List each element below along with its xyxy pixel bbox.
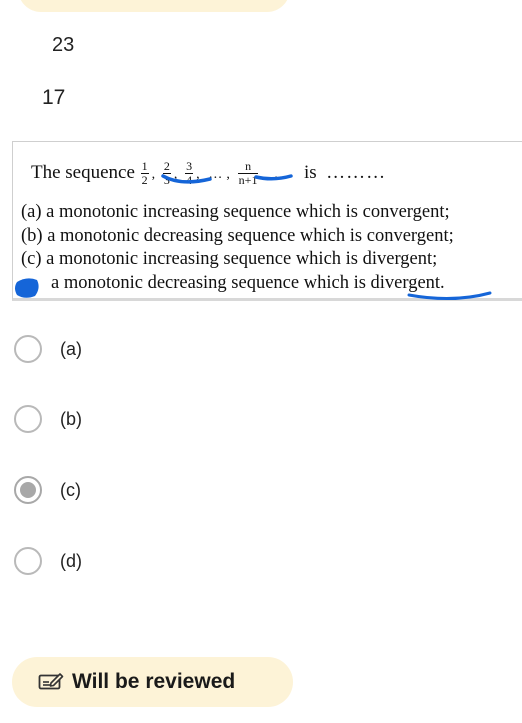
- fraction-term: 34: [185, 159, 194, 187]
- option-text-d: a monotonic decreasing sequence which is…: [51, 272, 445, 293]
- answer-option-b[interactable]: (b): [14, 402, 82, 436]
- question-image: The sequence 12, 23, 34, …, n n+1, … is ……: [12, 141, 522, 301]
- general-term: n n+1: [237, 159, 259, 187]
- radio-button-selected[interactable]: [14, 476, 42, 504]
- radio-button[interactable]: [14, 405, 42, 433]
- fraction-term: 12: [140, 159, 149, 187]
- previous-answer-value: 17: [42, 86, 66, 109]
- review-status-label: Will be reviewed: [72, 670, 236, 693]
- ellipsis: …: [208, 166, 223, 182]
- answer-label: (c): [60, 479, 81, 500]
- trailing-ellipsis: …: [273, 166, 288, 182]
- review-status-badge: Will be reviewed: [12, 657, 293, 707]
- fraction-term: 23: [162, 159, 171, 187]
- answer-label: (d): [60, 550, 82, 571]
- answer-label: (b): [60, 408, 82, 429]
- option-text-a: (a) a monotonic increasing sequence whic…: [21, 202, 450, 222]
- answer-option-c[interactable]: (c): [14, 473, 81, 507]
- answer-blank: ………: [326, 161, 387, 183]
- question-suffix: is: [303, 161, 317, 183]
- question-prefix: The sequence: [31, 161, 135, 183]
- radio-button[interactable]: [14, 547, 42, 575]
- previous-answer-value: 23: [52, 34, 75, 56]
- option-text-c: (c) a monotonic increasing sequence whic…: [21, 249, 438, 269]
- previous-status-pill: [18, 0, 290, 12]
- answer-label: (a): [60, 338, 82, 359]
- radio-button[interactable]: [14, 335, 42, 363]
- question-stem: The sequence 12, 23, 34, …, n n+1, … is ……: [31, 159, 387, 187]
- answer-option-d[interactable]: (d): [14, 544, 82, 578]
- question-options: (a) a monotonic increasing sequence whic…: [21, 201, 454, 295]
- edit-note-icon: [38, 673, 64, 690]
- option-text-b: (b) a monotonic decreasing sequence whic…: [21, 225, 454, 246]
- answer-option-a[interactable]: (a): [14, 332, 82, 366]
